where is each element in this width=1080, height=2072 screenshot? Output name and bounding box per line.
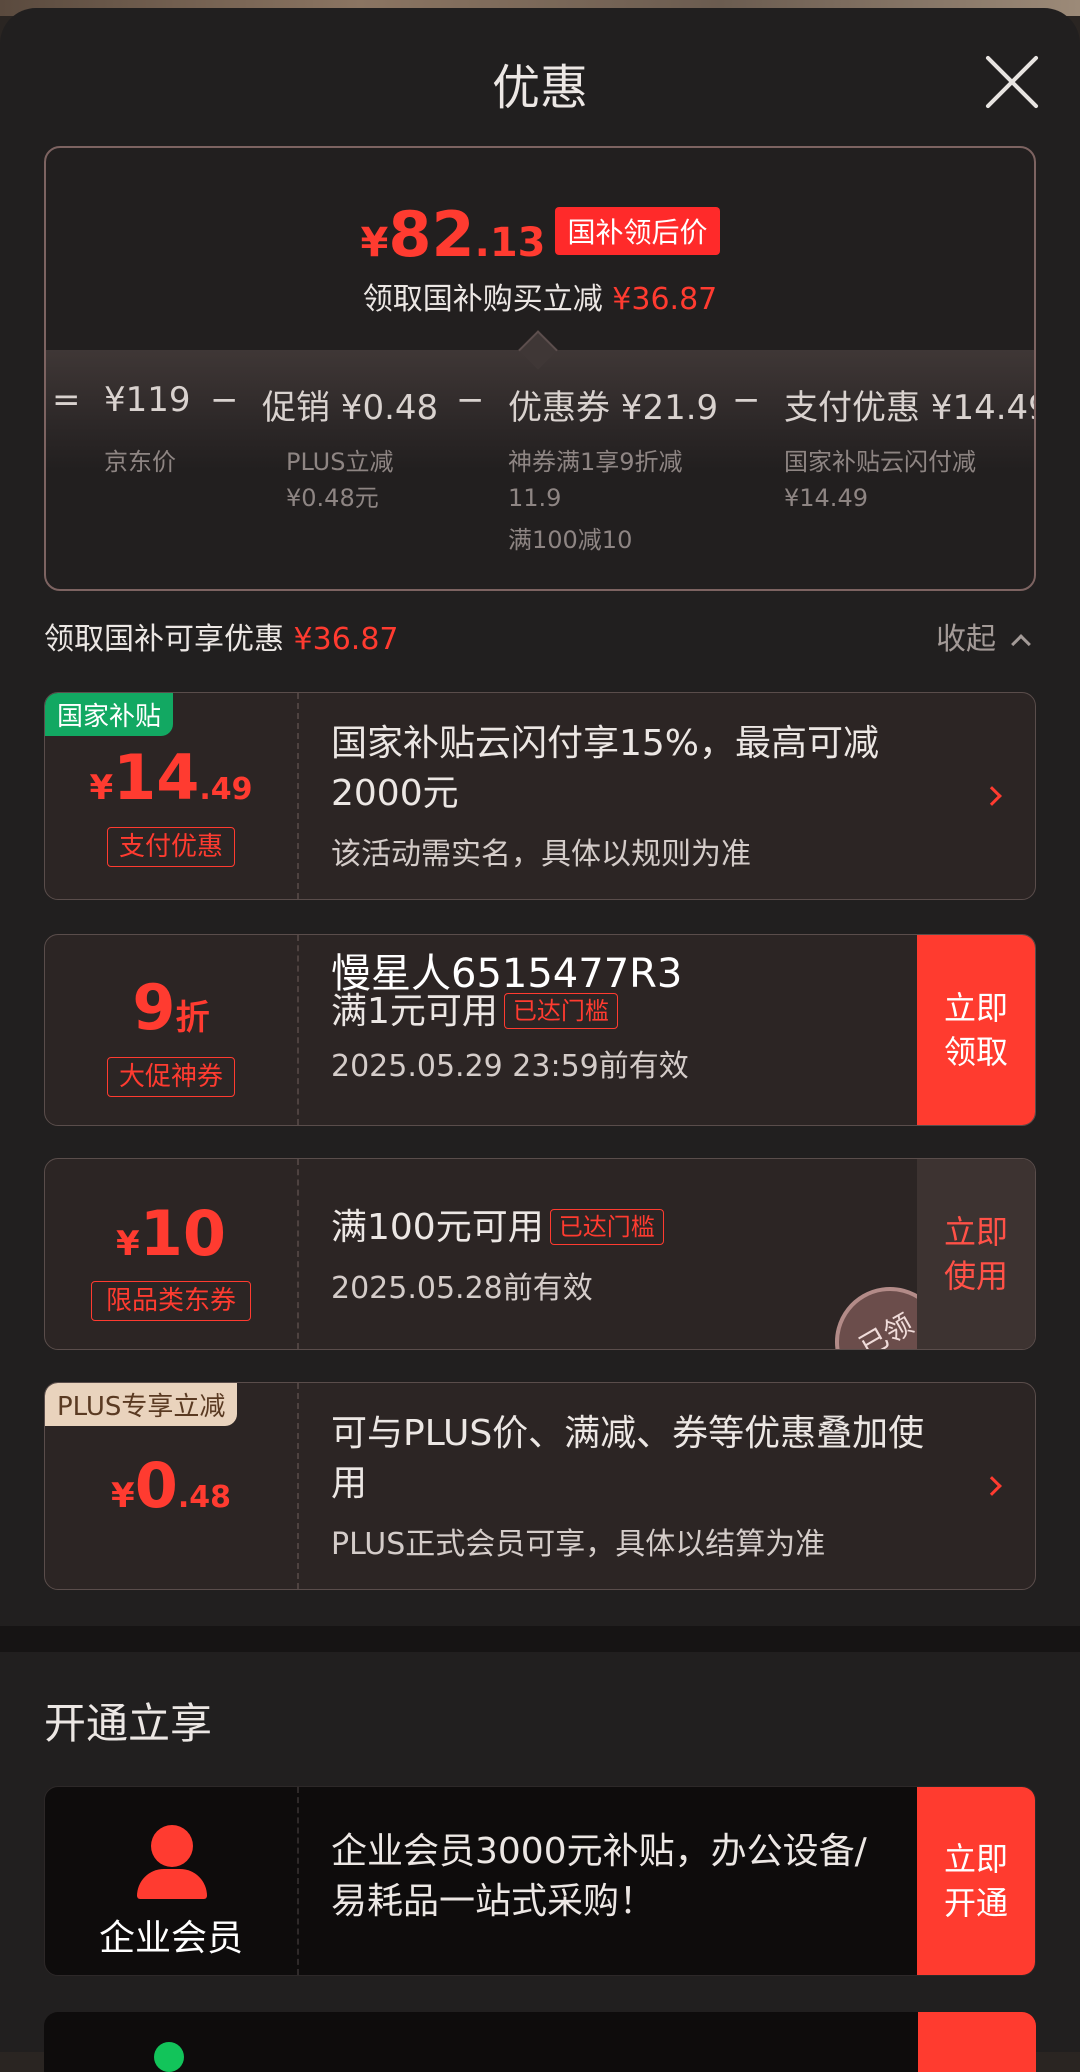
enterprise-member-desc: 企业会员3000元补贴，办公设备/易耗品一站式采购！: [331, 1831, 867, 1922]
section-amount: ¥36.87: [293, 622, 399, 657]
person-icon: [151, 1825, 193, 1867]
save-line: 领取国补购买立减 ¥36.87: [46, 274, 1034, 318]
sub-line: 神券满1享9折减: [508, 448, 683, 476]
final-currency: ¥: [360, 220, 389, 266]
collapse-button[interactable]: 收起: [936, 614, 1031, 658]
card-divider: [297, 1787, 299, 1975]
final-int: 82: [388, 198, 475, 271]
coupon-amount: 9折: [45, 971, 297, 1044]
collapse-label: 收起: [936, 622, 996, 657]
section-gap: [0, 1626, 1080, 1652]
amount-int: 9: [132, 971, 176, 1044]
amount-dec: .48: [177, 1480, 231, 1515]
save-amount: ¥36.87: [612, 282, 718, 317]
national-subsidy-tag: 国家补贴: [45, 693, 174, 736]
person-icon-body: [137, 1869, 207, 1899]
price-summary: ¥82.13 国补领后价 领取国补购买立减 ¥36.87 = ¥119 − 促销 …: [44, 146, 1036, 591]
amount-unit: 折: [175, 998, 210, 1038]
card-divider: [297, 1159, 299, 1349]
sub-line: PLUS立减: [286, 448, 394, 476]
chevron-right-icon: [982, 1476, 1002, 1496]
coupon-title: 满1元可用 已达门槛: [331, 987, 951, 1037]
plus-exclusive-tag: PLUS专享立减: [45, 1383, 238, 1426]
sub-line: ¥0.48元: [286, 484, 379, 512]
next-member-card: [44, 2012, 1036, 2072]
sub-line: 国家补贴云闪付减: [784, 448, 976, 476]
amount-currency: ¥: [116, 1224, 140, 1264]
amount-dec: .49: [199, 772, 253, 807]
claim-button-label: 立即领取: [943, 989, 1008, 1071]
enterprise-member-name: 企业会员: [98, 1918, 243, 1959]
chevron-right-icon: [982, 786, 1002, 806]
coupon-title-text: 满1元可用: [331, 991, 498, 1032]
open-section-title: 开通立享: [44, 1699, 213, 1748]
card-divider: [297, 693, 299, 899]
breakdown-jd-price: ¥119: [104, 380, 191, 420]
sub-line: ¥14.49: [784, 484, 868, 512]
enterprise-member-card: 企业会员 企业会员3000元补贴，办公设备/易耗品一站式采购！ 立即开通: [44, 1786, 1036, 1976]
open-button-label: 立即开通: [943, 1840, 1008, 1922]
coupon-amount: ¥14.49: [45, 741, 297, 814]
coupon-card-plus[interactable]: PLUS专享立减 ¥0.48 可与PLUS价、满减、券等优惠叠加使用 PLUS正…: [44, 1382, 1036, 1590]
equals-sign: =: [52, 380, 81, 420]
coupon-card-national-subsidy[interactable]: 国家补贴 ¥14.49 支付优惠 国家补贴云闪付享15%，最高可减2000元 该…: [44, 692, 1036, 900]
use-button[interactable]: 立即使用: [917, 1159, 1035, 1349]
threshold-badge: 已达门槛: [549, 1209, 664, 1245]
sub-line: 京东价: [104, 448, 176, 476]
card-divider: [297, 1383, 299, 1589]
final-price: ¥82.13 国补领后价: [46, 198, 1034, 271]
breakdown-jd-sub: 京东价: [104, 444, 176, 480]
breakdown-payment-sub: 国家补贴云闪付减 ¥14.49: [784, 444, 976, 516]
coupon-title: 国家补贴云闪付享15%，最高可减2000元: [331, 723, 880, 814]
coupon-card-big-promo: 9折 大促神券 慢星人6515477R3 满1元可用 已达门槛 2025.05.2…: [44, 934, 1036, 1126]
coupon-desc: PLUS正式会员可享，具体以结算为准: [331, 1527, 826, 1562]
card-divider: [297, 935, 299, 1125]
coupon-title: 满100元可用 已达门槛: [331, 1203, 951, 1253]
coupon-type-chip: 支付优惠: [107, 827, 235, 867]
green-icon: [154, 2042, 184, 2072]
amount-int: 10: [139, 1197, 226, 1270]
coupon-card-category: ¥10 限品类东券 满100元可用 已达门槛 2025.05.28前有效 已领 立…: [44, 1158, 1036, 1350]
final-price-tag: 国补领后价: [555, 207, 720, 255]
save-text: 领取国补购买立减: [362, 282, 603, 317]
open-membership-button[interactable]: 立即开通: [917, 1787, 1035, 1975]
breakdown-promo-sub: PLUS立减 ¥0.48元: [286, 444, 393, 516]
coupon-desc: 2025.05.28前有效: [331, 1271, 593, 1306]
amount-currency: ¥: [111, 1476, 135, 1516]
coupon-title: 可与PLUS价、满减、券等优惠叠加使用: [331, 1413, 925, 1504]
discount-section-title: 领取国补可享优惠 ¥36.87: [44, 614, 399, 658]
sub-line: 满100减10: [508, 526, 633, 554]
claim-button[interactable]: 立即领取: [917, 935, 1035, 1125]
sheet-title: 优惠: [491, 60, 588, 116]
coupon-type-chip: 限品类东券: [91, 1281, 251, 1321]
minus-sign: −: [732, 380, 761, 420]
next-open-button[interactable]: [918, 2012, 1036, 2072]
breakdown-payment: 支付优惠 ¥14.49: [784, 388, 1036, 428]
minus-sign: −: [456, 380, 485, 420]
coupon-type-chip: 大促神券: [107, 1057, 235, 1097]
close-icon[interactable]: [980, 50, 1044, 114]
breakdown-promo: 促销 ¥0.48: [262, 388, 439, 428]
breakdown-coupon: 优惠券 ¥21.9: [508, 388, 719, 428]
use-button-label: 立即使用: [943, 1213, 1008, 1295]
breakdown-coupon-sub: 神券满1享9折减 11.9 满100减10: [508, 444, 683, 558]
minus-sign: −: [210, 380, 239, 420]
chevron-up-icon: [1010, 634, 1031, 654]
coupon-desc: 该活动需实名，具体以规则为准: [331, 837, 751, 872]
coupon-amount: ¥10: [45, 1197, 297, 1270]
amount-currency: ¥: [89, 768, 114, 808]
sub-line: 11.9: [508, 484, 562, 512]
coupon-title-text: 满100元可用: [331, 1207, 544, 1248]
threshold-badge: 已达门槛: [503, 993, 618, 1029]
amount-int: 0: [134, 1449, 178, 1522]
final-dec: .13: [474, 220, 546, 266]
amount-int: 14: [113, 741, 200, 814]
section-title-text: 领取国补可享优惠: [44, 622, 284, 657]
coupon-amount: ¥0.48: [45, 1449, 297, 1522]
coupon-desc: 2025.05.29 23:59前有效: [331, 1049, 689, 1084]
